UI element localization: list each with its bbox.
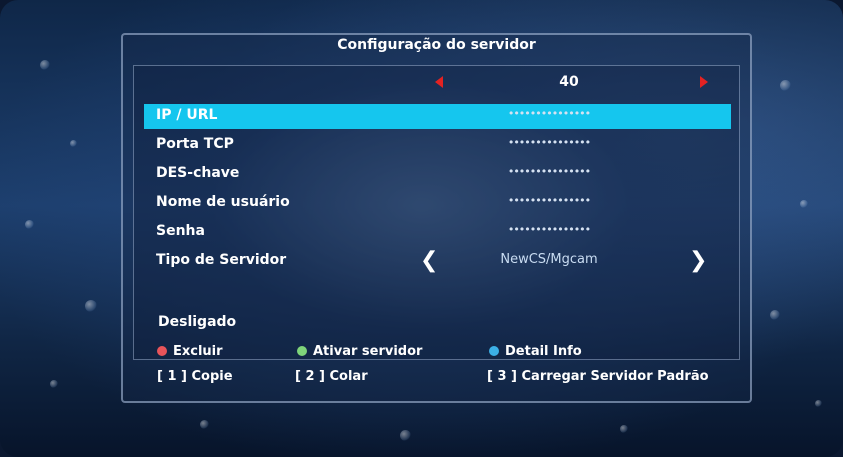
dialog-body: 40 IP / URL ••••••••••••••• Porta TCP ••… [133, 65, 740, 360]
legend-label: Detail Info [505, 344, 582, 359]
chevron-left-icon[interactable]: ❮ [420, 249, 438, 273]
blue-key-detail-info[interactable]: Detail Info [489, 344, 582, 359]
raindrop [400, 430, 411, 441]
legend-label: Ativar servidor [313, 344, 423, 359]
field-username[interactable]: Nome de usuário ••••••••••••••• [144, 191, 731, 216]
field-ip-url[interactable]: IP / URL ••••••••••••••• [144, 104, 731, 129]
key-3-load-default[interactable]: [ 3 ] Carregar Servidor Padrão [487, 369, 709, 384]
pager: 40 [134, 72, 741, 94]
red-key-delete[interactable]: Excluir [157, 344, 223, 359]
previous-arrow-icon[interactable] [435, 76, 443, 88]
raindrop [770, 310, 780, 320]
field-label: Porta TCP [156, 136, 234, 152]
field-label: DES-chave [156, 165, 240, 181]
server-status: Desligado [158, 314, 237, 330]
field-label: IP / URL [156, 107, 218, 123]
field-value: ••••••••••••••• [507, 136, 591, 149]
raindrop [70, 140, 77, 147]
blue-dot-icon [489, 346, 499, 356]
green-dot-icon [297, 346, 307, 356]
key-2-paste[interactable]: [ 2 ] Colar [295, 369, 368, 384]
green-key-activate[interactable]: Ativar servidor [297, 344, 422, 359]
dialog-title: Configuração do servidor [337, 37, 536, 53]
raindrop [815, 400, 822, 407]
field-password[interactable]: Senha ••••••••••••••• [144, 220, 731, 245]
server-index: 40 [559, 74, 579, 90]
field-des-key[interactable]: DES-chave ••••••••••••••• [144, 162, 731, 187]
legend-label: Excluir [173, 344, 223, 359]
field-label: Tipo de Servidor [156, 252, 287, 268]
key-1-copy[interactable]: [ 1 ] Copie [157, 369, 233, 384]
field-value: ••••••••••••••• [507, 107, 591, 120]
tv-screen: Configuração do servidor 40 IP / URL •••… [0, 0, 843, 457]
raindrop [50, 380, 58, 388]
next-arrow-icon[interactable] [700, 76, 708, 88]
field-value: ••••••••••••••• [507, 223, 591, 236]
field-value: ••••••••••••••• [507, 194, 591, 207]
field-label: Senha [156, 223, 205, 239]
field-label: Nome de usuário [156, 194, 290, 210]
raindrop [620, 425, 628, 433]
raindrop [40, 60, 50, 70]
server-config-dialog: Configuração do servidor 40 IP / URL •••… [121, 33, 752, 403]
raindrop [800, 200, 808, 208]
raindrop [780, 80, 791, 91]
field-tcp-port[interactable]: Porta TCP ••••••••••••••• [144, 133, 731, 158]
raindrop [25, 220, 34, 229]
field-server-type[interactable]: Tipo de Servidor ❮ NewCS/Mgcam ❯ [144, 249, 731, 274]
chevron-right-icon[interactable]: ❯ [689, 249, 707, 273]
raindrop [200, 420, 209, 429]
field-value: NewCS/Mgcam [500, 252, 598, 267]
red-dot-icon [157, 346, 167, 356]
field-value: ••••••••••••••• [507, 165, 591, 178]
raindrop [85, 300, 97, 312]
